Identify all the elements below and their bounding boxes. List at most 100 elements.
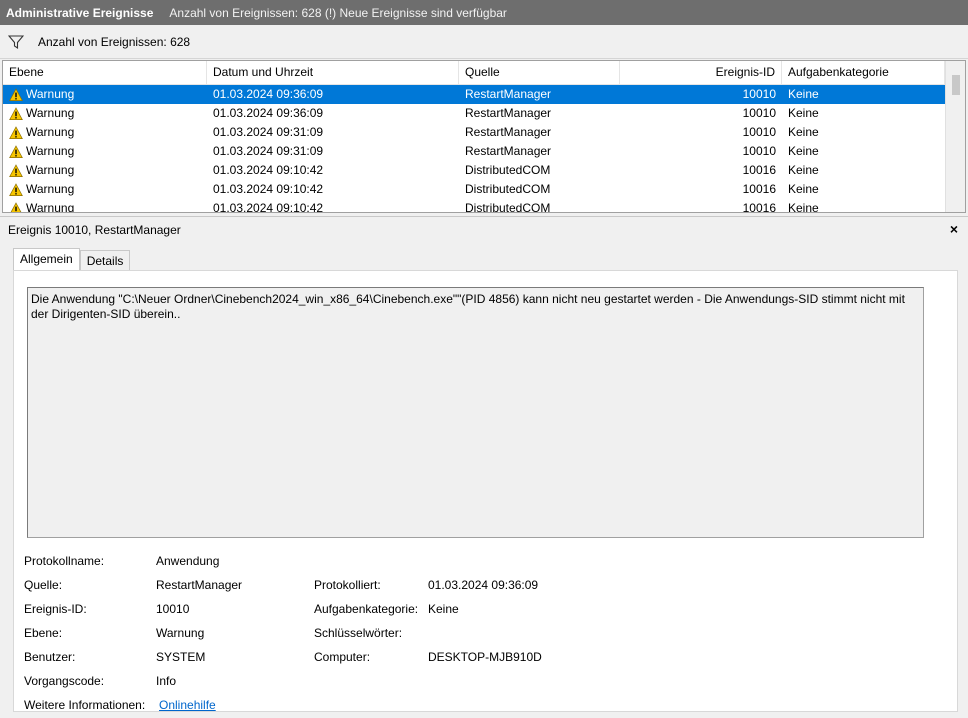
cell-source: RestartManager [465,87,552,101]
cell-source: DistributedCOM [465,163,551,177]
cell-level-text: Warnung [26,144,75,158]
cell-level: Warnung [3,104,207,123]
column-header-task-category[interactable]: Aufgabenkategorie [782,61,945,85]
event-count-info: Anzahl von Ereignissen: 628 (!) Neue Ere… [169,5,507,20]
prop-value-task-category: Keine [428,602,459,616]
cell-event-id: 10016 [742,163,776,177]
column-header-level[interactable]: Ebene [3,61,207,85]
cell-level-text: Warnung [26,201,75,213]
cell-level: Warnung [3,142,207,161]
prop-value-user: SYSTEM [156,650,206,664]
close-icon[interactable]: × [950,221,958,237]
prop-value-level: Warnung [156,626,205,640]
title-bar: Administrative Ereignisse Anzahl von Ere… [0,0,968,25]
column-header-source[interactable]: Quelle [459,61,620,85]
cell-level: Warnung [3,123,207,142]
table-row[interactable]: Warnung 01.03.2024 09:31:09 RestartManager… [3,123,945,142]
prop-label-level: Ebene: [24,626,63,640]
cell-level-text: Warnung [26,163,75,177]
cell-task-category: Keine [788,87,819,101]
filter-count-label: Anzahl von Ereignissen: 628 [38,34,191,49]
cell-date: 01.03.2024 09:36:09 [213,106,324,120]
detail-title: Ereignis 10010, RestartManager [8,223,181,237]
cell-source: DistributedCOM [465,182,551,196]
cell-date: 01.03.2024 09:36:09 [213,87,324,101]
prop-label-user: Benutzer: [24,650,76,664]
cell-date: 01.03.2024 09:31:09 [213,125,324,139]
tab-allgemein[interactable]: Allgemein [13,248,80,271]
prop-label-keywords: Schlüsselwörter: [314,626,403,640]
prop-label-logged: Protokolliert: [314,578,381,592]
prop-label-computer: Computer: [314,650,371,664]
cell-event-id: 10010 [742,144,776,158]
scrollbar-thumb[interactable] [952,75,960,95]
warning-icon [9,106,23,120]
cell-source: RestartManager [465,144,552,158]
cell-event-id: 10016 [742,201,776,213]
cell-date: 01.03.2024 09:10:42 [213,163,324,177]
online-help-link[interactable]: Onlinehilfe [159,698,216,712]
prop-label-event-id: Ereignis-ID: [24,602,87,616]
column-header-event-id[interactable]: Ereignis-ID [620,61,782,85]
cell-event-id: 10016 [742,182,776,196]
event-rows: Warnung 01.03.2024 09:36:09 RestartManager… [3,85,945,213]
warning-icon [9,87,23,101]
cell-level: Warnung [3,161,207,180]
table-row[interactable]: Warnung 01.03.2024 09:10:42 DistributedCOM… [3,161,945,180]
cell-task-category: Keine [788,163,819,177]
cell-level: Warnung [3,85,207,104]
prop-label-opcode: Vorgangscode: [24,674,105,688]
cell-level-text: Warnung [26,87,75,101]
prop-value-opcode: Info [156,674,177,688]
cell-level: Warnung [3,180,207,199]
prop-value-logged: 01.03.2024 09:36:09 [428,578,539,592]
warning-icon [9,182,23,196]
event-description[interactable]: Die Anwendung "C:\Neuer Ordner\Cinebench… [27,287,924,538]
event-grid[interactable]: Ebene Datum und Uhrzeit Quelle Ereignis-… [2,60,966,213]
table-row[interactable]: Warnung 01.03.2024 09:36:09 RestartManager… [3,85,945,104]
cell-source: RestartManager [465,125,552,139]
prop-value-event-id: 10010 [156,602,190,616]
panel-splitter[interactable] [0,213,968,217]
column-header-date[interactable]: Datum und Uhrzeit [207,61,459,85]
cell-event-id: 10010 [742,125,776,139]
tab-panel-general: Die Anwendung "C:\Neuer Ordner\Cinebench… [13,270,958,712]
grid-header: Ebene Datum und Uhrzeit Quelle Ereignis-… [3,61,945,85]
filter-bar: Anzahl von Ereignissen: 628 [0,25,968,59]
warning-icon [9,125,23,139]
cell-task-category: Keine [788,144,819,158]
cell-source: RestartManager [465,106,552,120]
prop-value-source: RestartManager [156,578,243,592]
cell-event-id: 10010 [742,106,776,120]
prop-value-log-name: Anwendung [156,554,220,568]
cell-date: 01.03.2024 09:10:42 [213,201,324,213]
filter-icon[interactable] [8,34,24,50]
cell-task-category: Keine [788,106,819,120]
cell-level-text: Warnung [26,182,75,196]
app-title: Administrative Ereignisse [6,5,154,20]
cell-date: 01.03.2024 09:31:09 [213,144,324,158]
prop-label-log-name: Protokollname: [24,554,105,568]
cell-source: DistributedCOM [465,201,551,213]
cell-task-category: Keine [788,201,819,213]
tab-details[interactable]: Details [79,250,131,271]
prop-label-more-info: Weitere Informationen: [24,698,146,712]
detail-tabs: Allgemein Details [13,248,131,271]
table-row[interactable]: Warnung 01.03.2024 09:31:09 RestartManager… [3,142,945,161]
cell-level-text: Warnung [26,106,75,120]
cell-level-text: Warnung [26,125,75,139]
table-row[interactable]: Warnung 01.03.2024 09:10:42 DistributedCOM… [3,199,945,213]
prop-value-computer: DESKTOP-MJB910D [428,650,542,664]
warning-icon [10,201,22,212]
grid-scrollbar[interactable] [945,61,965,212]
table-row[interactable]: Warnung 01.03.2024 09:36:09 RestartManager… [3,104,945,123]
cell-level: Warnung [3,199,207,213]
table-row[interactable]: Warnung 01.03.2024 09:10:42 DistributedCOM… [3,180,945,199]
detail-header: Ereignis 10010, RestartManager × [0,218,968,242]
prop-label-source: Quelle: [24,578,63,592]
prop-label-task-category: Aufgabenkategorie: [314,602,419,616]
warning-icon [9,144,23,158]
cell-task-category: Keine [788,182,819,196]
warning-icon [9,163,23,177]
cell-task-category: Keine [788,125,819,139]
